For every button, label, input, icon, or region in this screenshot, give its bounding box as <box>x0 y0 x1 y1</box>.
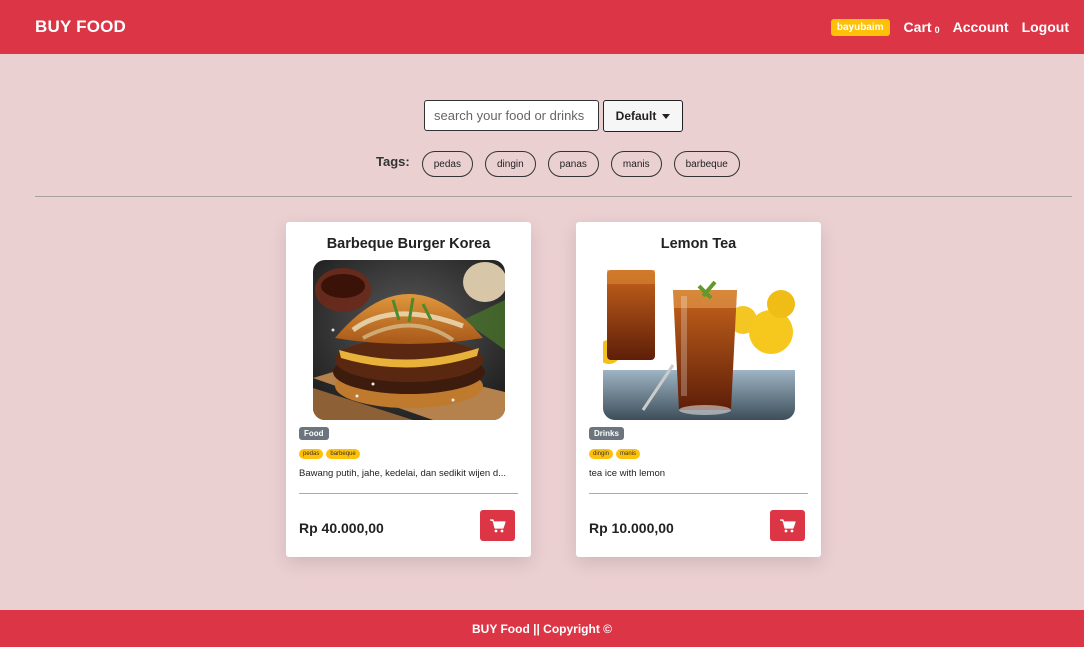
product-tag: pedas <box>299 449 324 459</box>
tags-label: Tags: <box>376 154 410 169</box>
search-row: Default <box>424 100 683 132</box>
category-badge: Drinks <box>589 427 624 440</box>
product-tags: dingin manis <box>589 449 821 459</box>
search-input[interactable] <box>424 100 599 131</box>
product-tag: dingin <box>589 449 614 459</box>
caret-down-icon <box>662 113 671 119</box>
top-navbar: BUY FOOD bayubaim Cart 0 Account Logout <box>0 0 1084 54</box>
tag-filter-panas[interactable]: panas <box>547 151 599 177</box>
product-card: Lemon Tea Drinks dingin manis tea ice wi… <box>576 222 821 557</box>
product-description: Bawang putih, jahe, kedelai, dan sedikit… <box>299 468 507 479</box>
cart-link-label: Cart <box>903 19 932 35</box>
section-divider <box>35 196 1072 197</box>
product-title: Barbeque Burger Korea <box>326 236 491 252</box>
card-divider <box>299 493 518 494</box>
footer-copyright: BUY Food || Copyright © <box>472 621 612 636</box>
card-footer: Rp 10.000,00 <box>589 510 805 541</box>
page-footer: BUY Food || Copyright © <box>0 610 1084 647</box>
nav-right-group: bayubaim Cart 0 Account Logout <box>830 18 1069 36</box>
product-card: Barbeque Burger Korea Food pedas barbequ <box>286 222 531 557</box>
brand-logo[interactable]: BUY FOOD <box>35 17 126 37</box>
cart-icon <box>779 518 796 532</box>
sort-dropdown-label: Default <box>615 109 657 123</box>
card-footer: Rp 40.000,00 <box>299 510 515 541</box>
tags-filter-row: Tags: pedas dingin panas manis barbeque <box>376 151 752 177</box>
add-to-cart-button[interactable] <box>770 510 805 541</box>
product-title: Lemon Tea <box>660 236 737 252</box>
tag-filter-dingin[interactable]: dingin <box>484 151 536 177</box>
product-tag: manis <box>616 449 641 459</box>
sort-dropdown-button[interactable]: Default <box>603 100 683 132</box>
cart-link[interactable]: Cart 0 <box>904 19 940 35</box>
product-price: Rp 10.000,00 <box>589 519 674 536</box>
cart-count: 0 <box>934 25 940 35</box>
tag-filter-barbeque[interactable]: barbeque <box>673 151 740 177</box>
card-divider <box>589 493 808 494</box>
product-price: Rp 40.000,00 <box>299 519 384 536</box>
product-description: tea ice with lemon <box>589 468 666 479</box>
burger-photo <box>312 260 505 420</box>
product-tags: pedas barbeque <box>299 449 531 459</box>
tag-filter-pedas[interactable]: pedas <box>421 151 473 177</box>
username-badge: bayubaim <box>830 18 890 36</box>
logout-link[interactable]: Logout <box>1022 19 1069 35</box>
tag-filter-manis[interactable]: manis <box>610 151 662 177</box>
cart-icon <box>489 518 506 532</box>
product-tag: barbeque <box>326 449 360 459</box>
iced-tea-photo <box>602 260 795 420</box>
account-link[interactable]: Account <box>953 19 1009 35</box>
add-to-cart-button[interactable] <box>480 510 515 541</box>
category-badge: Food <box>299 427 329 440</box>
